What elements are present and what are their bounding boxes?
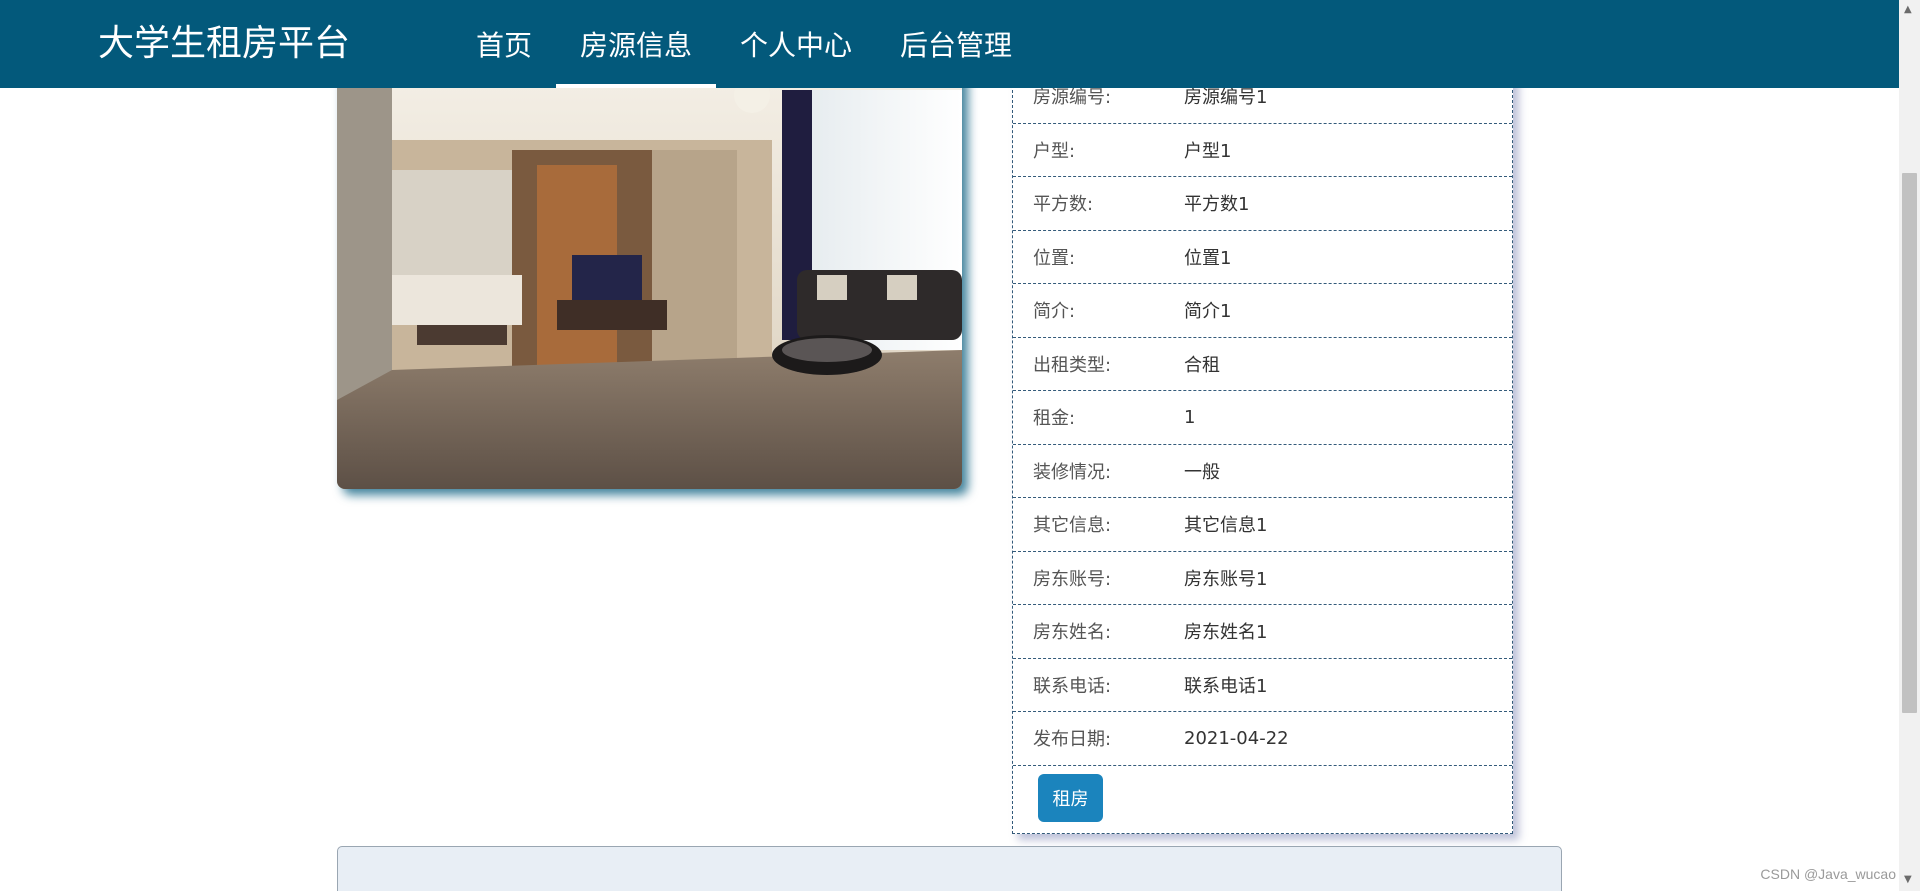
detail-value: 平方数1 xyxy=(1184,194,1250,216)
detail-value: 一般 xyxy=(1184,461,1220,483)
detail-label: 其它信息: xyxy=(1033,515,1112,537)
detail-value: 房东姓名1 xyxy=(1184,622,1268,644)
nav-item-profile[interactable]: 个人中心 xyxy=(716,0,876,88)
detail-value: 联系电话1 xyxy=(1184,675,1268,697)
top-nav-bar: 大学生租房平台 首页 房源信息 个人中心 后台管理 xyxy=(0,0,1899,88)
detail-label: 位置: xyxy=(1033,247,1076,269)
action-row: 租房 xyxy=(1013,766,1512,830)
detail-label: 房东姓名: xyxy=(1033,622,1112,644)
detail-value: 位置1 xyxy=(1184,247,1232,269)
nav-item-home[interactable]: 首页 xyxy=(452,0,556,88)
detail-label: 联系电话: xyxy=(1033,675,1112,697)
detail-row-area: 平方数: 平方数1 xyxy=(1013,177,1512,231)
scroll-up-arrow-icon[interactable]: ▲ xyxy=(1904,4,1912,15)
rent-button[interactable]: 租房 xyxy=(1038,773,1103,822)
scroll-down-arrow-icon[interactable]: ▼ xyxy=(1904,874,1912,885)
detail-label: 平方数: xyxy=(1033,194,1094,216)
detail-label: 发布日期: xyxy=(1033,729,1112,751)
detail-label: 出租类型: xyxy=(1033,354,1112,376)
detail-row-rent: 租金: 1 xyxy=(1013,391,1512,445)
detail-label: 户型: xyxy=(1033,140,1076,162)
detail-row-phone: 联系电话: 联系电话1 xyxy=(1013,659,1512,712)
house-photo xyxy=(337,70,962,489)
detail-label: 房东账号: xyxy=(1033,568,1112,590)
detail-label: 简介: xyxy=(1033,301,1076,323)
detail-row-rental-type: 出租类型: 合租 xyxy=(1013,338,1512,391)
detail-label: 装修情况: xyxy=(1033,461,1112,483)
page-scrollbar[interactable]: ▲ ▼ xyxy=(1899,0,1920,891)
detail-value: 2021-04-22 xyxy=(1184,727,1289,749)
main-nav: 首页 房源信息 个人中心 后台管理 xyxy=(452,0,1036,88)
csdn-watermark: CSDN @Java_wucao xyxy=(1760,866,1896,882)
scrollbar-thumb[interactable] xyxy=(1902,173,1917,713)
detail-row-decoration: 装修情况: 一般 xyxy=(1013,445,1512,498)
detail-value: 房东账号1 xyxy=(1184,568,1268,590)
detail-value: 其它信息1 xyxy=(1184,515,1268,537)
detail-row-publish-date: 发布日期: 2021-04-22 xyxy=(1013,712,1512,766)
detail-value: 1 xyxy=(1184,406,1196,428)
site-brand[interactable]: 大学生租房平台 xyxy=(98,22,350,66)
detail-row-landlord-name: 房东姓名: 房东姓名1 xyxy=(1013,605,1512,659)
comment-panel xyxy=(337,846,1562,891)
detail-label: 租金: xyxy=(1033,408,1076,430)
detail-row-location: 位置: 位置1 xyxy=(1013,231,1512,284)
detail-value: 合租 xyxy=(1184,354,1220,376)
nav-item-admin[interactable]: 后台管理 xyxy=(876,0,1036,88)
detail-row-layout: 户型: 户型1 xyxy=(1013,124,1512,177)
nav-item-listings[interactable]: 房源信息 xyxy=(556,0,717,88)
detail-row-summary: 简介: 简介1 xyxy=(1013,284,1512,338)
detail-row-other-info: 其它信息: 其它信息1 xyxy=(1013,498,1512,552)
house-photo-illustration xyxy=(337,70,962,489)
detail-row-landlord-account: 房东账号: 房东账号1 xyxy=(1013,552,1512,605)
detail-value: 户型1 xyxy=(1184,140,1232,162)
detail-value: 简介1 xyxy=(1184,301,1232,323)
house-detail-table: 房源编号: 房源编号1 户型: 户型1 平方数: 平方数1 位置: 位置1 简介… xyxy=(1012,70,1513,834)
